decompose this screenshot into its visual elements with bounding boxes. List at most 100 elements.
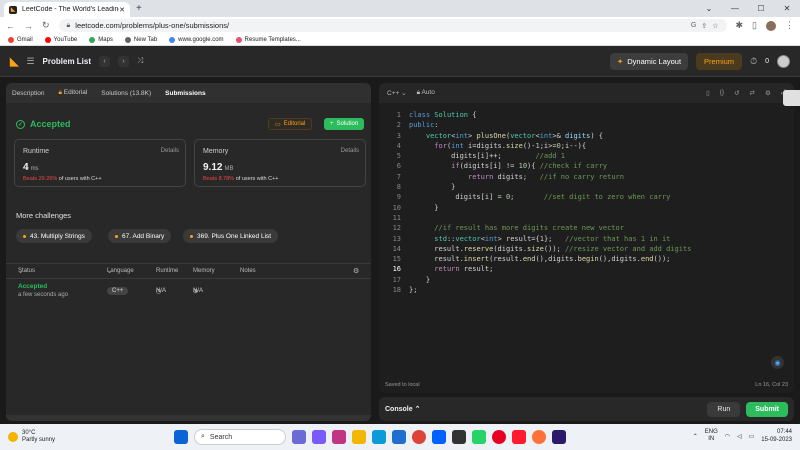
bookmark-gmail[interactable]: Gmail bbox=[8, 36, 33, 43]
code-line[interactable]: 3 vector < int > plusOne(vector < int >& digit… bbox=[379, 131, 794, 141]
bookmark-resume-templates[interactable]: Resume Templates... bbox=[235, 36, 301, 43]
chevron-down-icon[interactable]: ⌄ bbox=[696, 4, 722, 13]
horizontal-scrollbar[interactable] bbox=[6, 415, 371, 421]
code-line[interactable]: 13 std:: vector < int > result={1}; //vector… bbox=[379, 234, 794, 244]
memory-details-link[interactable]: Details bbox=[341, 148, 359, 154]
speaker-icon[interactable]: ◁ bbox=[737, 433, 742, 440]
table-row[interactable]: Accepted a few seconds ago C++ ◷ N/A ⊛ N… bbox=[6, 281, 371, 305]
instagram-icon[interactable] bbox=[332, 430, 346, 444]
challenge-chip[interactable]: 369. Plus One Linked List bbox=[183, 229, 279, 243]
firefox-icon[interactable] bbox=[532, 430, 546, 444]
code-line[interactable]: 10 } bbox=[379, 203, 794, 213]
star-icon[interactable]: ☆ bbox=[712, 22, 718, 30]
taskbar-search[interactable]: ⌕ Search bbox=[194, 429, 286, 445]
code-line[interactable]: 2 public: bbox=[379, 120, 794, 130]
code-line[interactable]: 6 if (digits[i] != 10){ //check if carry bbox=[379, 161, 794, 171]
bookmark-icon[interactable]: ▯ bbox=[706, 89, 710, 97]
forward-icon[interactable]: → bbox=[24, 21, 33, 31]
code-line[interactable]: 1 class Solution { bbox=[379, 110, 794, 120]
solution-button[interactable]: + Solution bbox=[324, 118, 365, 130]
code-line[interactable]: 15 result. insert (result. end (),digits. beg… bbox=[379, 254, 794, 264]
column-status[interactable]: Status ⌄ bbox=[18, 268, 35, 275]
dynamic-layout-button[interactable]: ✦ Dynamic Layout bbox=[609, 52, 689, 70]
tab-description[interactable]: Description bbox=[12, 90, 45, 97]
opera-icon[interactable] bbox=[512, 430, 526, 444]
tab-submissions[interactable]: Submissions bbox=[165, 90, 205, 97]
problem-list-icon[interactable]: ☰ bbox=[26, 56, 34, 67]
tab-solutions[interactable]: Solutions (13.8K) bbox=[101, 90, 151, 97]
wifi-icon[interactable]: ◠ bbox=[725, 433, 730, 440]
auto-mode[interactable]: 🔒︎ Auto bbox=[417, 89, 435, 97]
chrome-icon[interactable] bbox=[412, 430, 426, 444]
pinterest-icon[interactable] bbox=[492, 430, 506, 444]
column-language[interactable]: Language ⌄ bbox=[107, 268, 134, 275]
tab-editorial[interactable]: 🔒︎ Editorial bbox=[59, 89, 88, 97]
code-area[interactable]: 1 class Solution {2 public:3 vector < int > p… bbox=[379, 110, 794, 295]
google-icon[interactable]: G bbox=[691, 22, 696, 29]
bookmark-maps[interactable]: Maps bbox=[89, 36, 113, 43]
edge-icon[interactable] bbox=[372, 430, 386, 444]
code-line[interactable]: 14 result. reserve (digits. size ()); //resi… bbox=[379, 244, 794, 254]
windows-start-icon[interactable] bbox=[174, 430, 188, 444]
bookmark-google[interactable]: www.google.com bbox=[169, 36, 224, 43]
submit-button[interactable]: Submit bbox=[746, 401, 788, 417]
language-indicator[interactable]: ENG IN bbox=[705, 429, 718, 443]
avatar[interactable] bbox=[777, 54, 790, 68]
console-toggle[interactable]: Console ⌃ bbox=[385, 405, 420, 413]
yahoo-icon[interactable] bbox=[452, 430, 466, 444]
maximize-icon[interactable]: ☐ bbox=[748, 4, 774, 13]
code-line[interactable]: 8 } bbox=[379, 182, 794, 192]
settings-icon[interactable]: ⚙ bbox=[353, 267, 359, 275]
extensions-icon[interactable]: ✱ bbox=[736, 20, 744, 31]
code-line[interactable]: 5 digits[i]++; //add 1 bbox=[379, 151, 794, 161]
battery-icon[interactable]: ▭ bbox=[749, 433, 755, 440]
bookmark-youtube[interactable]: YouTube bbox=[44, 36, 77, 43]
dropbox-icon[interactable] bbox=[432, 430, 446, 444]
streak-icon[interactable]: ⏱ bbox=[750, 56, 757, 67]
store-icon[interactable] bbox=[392, 430, 406, 444]
close-window-icon[interactable]: ✕ bbox=[774, 4, 800, 13]
row-status[interactable]: Accepted bbox=[18, 283, 47, 290]
whatsapp-icon[interactable] bbox=[472, 430, 486, 444]
share-icon[interactable]: ⇪ bbox=[701, 22, 707, 30]
new-tab-icon[interactable]: + bbox=[136, 3, 142, 14]
reload-icon[interactable]: ↻ bbox=[42, 20, 50, 31]
weather-widget[interactable]: 30°C Partly sunny bbox=[8, 430, 55, 444]
problem-list-link[interactable]: Problem List bbox=[43, 57, 91, 66]
bookmark-new-tab[interactable]: New Tab bbox=[124, 36, 157, 43]
settings-icon[interactable]: ⚙ bbox=[765, 89, 771, 97]
code-line[interactable]: 17 } bbox=[379, 275, 794, 285]
premiere-icon[interactable] bbox=[552, 430, 566, 444]
prev-problem-button[interactable]: ‹ bbox=[99, 55, 110, 67]
code-line[interactable]: 18}; bbox=[379, 285, 794, 295]
code-line[interactable]: 7 return digits; //if no carry return bbox=[379, 172, 794, 182]
close-tab-icon[interactable]: ✕ bbox=[119, 6, 125, 14]
side-panel-tab[interactable] bbox=[783, 90, 800, 106]
menu-icon[interactable]: ⋮ bbox=[785, 20, 794, 31]
chevron-up-icon[interactable]: ⌃ bbox=[693, 433, 698, 440]
clock[interactable]: 07:44 15-09-2023 bbox=[761, 428, 792, 444]
minimize-icon[interactable]: — bbox=[722, 4, 748, 13]
editorial-button[interactable]: ▭ Editorial bbox=[268, 118, 313, 130]
code-line[interactable]: 4 for(int i=digits. size ()- 1 ;i>= 0 ;i--){ bbox=[379, 141, 794, 151]
profile-avatar[interactable] bbox=[766, 20, 776, 31]
code-line[interactable]: 9 digits[i] = 0; //set digit to zero whe… bbox=[379, 192, 794, 202]
challenge-chip[interactable]: 67. Add Binary bbox=[108, 229, 172, 243]
back-icon[interactable]: ← bbox=[6, 21, 15, 31]
file-explorer-icon[interactable] bbox=[352, 430, 366, 444]
reset-icon[interactable]: ↺ bbox=[734, 89, 739, 97]
chat-icon[interactable]: ◉ bbox=[771, 356, 784, 369]
runtime-details-link[interactable]: Details bbox=[161, 148, 179, 154]
code-line[interactable]: 11 bbox=[379, 213, 794, 223]
code-line[interactable]: 12 //if result has more digits create ne… bbox=[379, 223, 794, 233]
task-view-icon[interactable] bbox=[292, 430, 306, 444]
run-button[interactable]: Run bbox=[707, 401, 741, 417]
language-select[interactable]: C++ ⌄ bbox=[387, 89, 407, 97]
code-icon[interactable]: ⇄ bbox=[750, 89, 755, 97]
code-line[interactable]: 16 return result; bbox=[379, 264, 794, 274]
premium-button[interactable]: Premium bbox=[696, 52, 743, 70]
address-bar[interactable]: 🔒︎ leetcode.com/problems/plus-one/submis… bbox=[58, 19, 727, 32]
braces-icon[interactable]: {} bbox=[720, 89, 724, 97]
sidebar-icon[interactable]: ▯ bbox=[752, 20, 757, 31]
next-problem-button[interactable]: › bbox=[118, 55, 129, 67]
